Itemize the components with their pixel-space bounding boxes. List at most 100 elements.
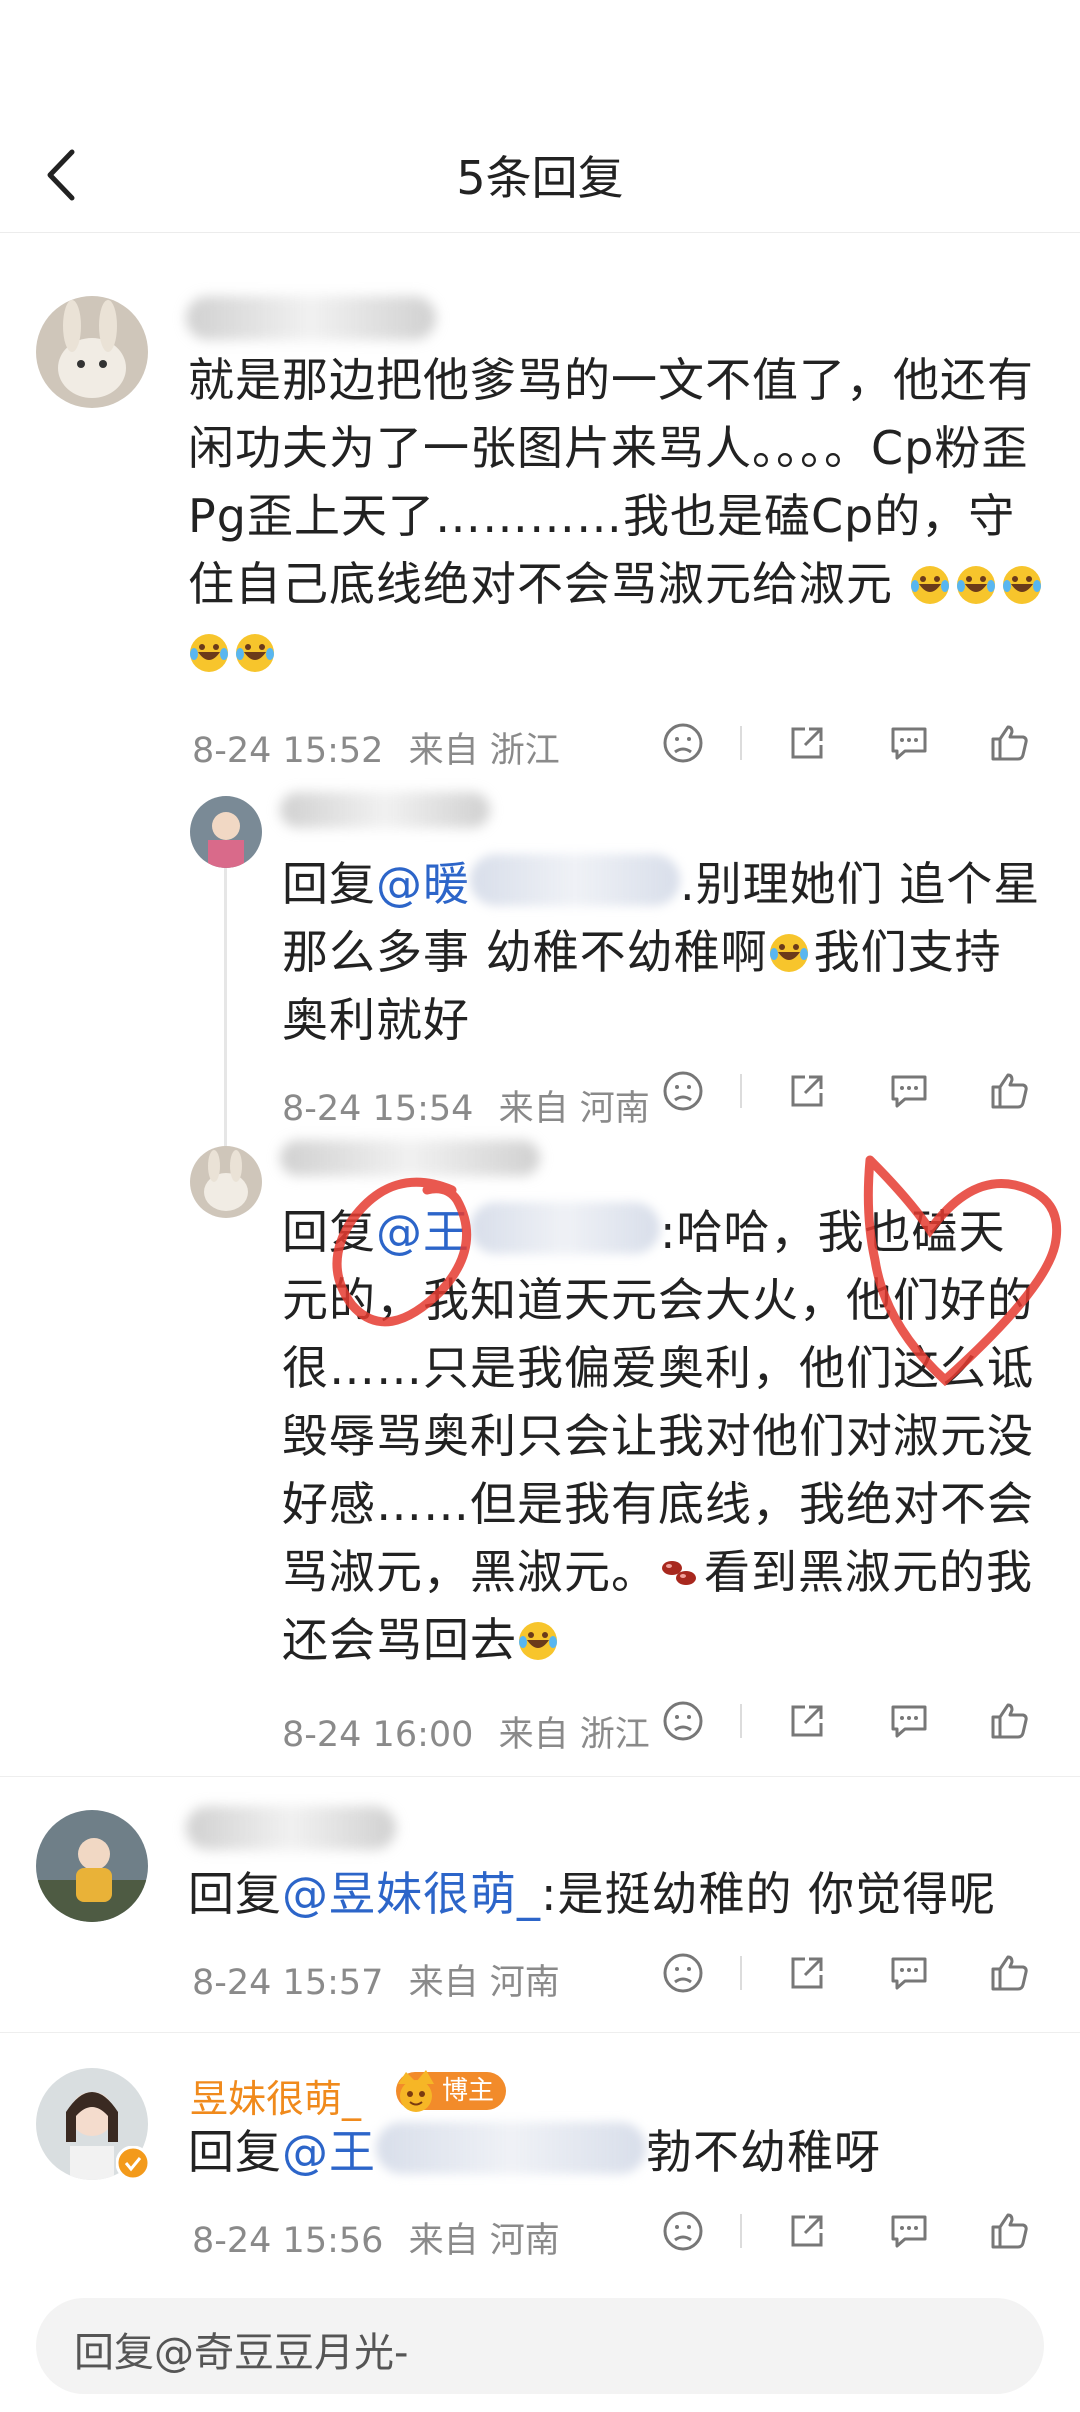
comment-text: 回复@王 勃不幼稚呀 — [188, 2118, 1048, 2186]
comment-meta: 8-24 15:52 来自 浙江 — [192, 722, 560, 773]
divider — [740, 1074, 742, 1108]
timestamp: 8-24 16:00 — [282, 1715, 474, 1755]
laughing-crying-emoji-icon — [1002, 566, 1041, 604]
comment-text: 就是那边把他爹骂的一文不值了，他还有闲功夫为了一张图片来骂人。。。。Cp粉歪Pg… — [188, 346, 1048, 686]
timestamp: 8-24 15:54 — [282, 1089, 474, 1129]
comment-meta: 8-24 15:57 来自 河南 — [192, 1954, 560, 2005]
share-icon — [791, 1705, 823, 1737]
author-name[interactable]: 昱妹很萌_ — [190, 2068, 361, 2123]
comment-meta: 8-24 16:00 来自 浙江 — [282, 1706, 650, 1757]
share-icon — [791, 1957, 823, 1989]
comment-button[interactable] — [882, 716, 936, 770]
divider — [740, 1956, 742, 1990]
crown-face-icon — [398, 2070, 434, 2112]
location: 来自 河南 — [498, 1089, 650, 1129]
laughing-crying-emoji-icon — [769, 934, 808, 972]
mention-blurred — [376, 2122, 646, 2174]
comment-button[interactable] — [882, 1946, 936, 2000]
reply-input[interactable]: 回复@奇豆豆月光- — [36, 2298, 1044, 2394]
location: 来自 河南 — [408, 1963, 560, 2003]
like-button[interactable] — [982, 1694, 1036, 1748]
timestamp: 8-24 15:57 — [192, 1963, 384, 2003]
mention-link[interactable]: @昱妹很萌_ — [282, 1867, 541, 1921]
separator — [0, 2032, 1080, 2033]
author-name-blurred[interactable] — [280, 792, 490, 828]
reply-text: 回复@暖 .别理她们 追个星那么多事 幼稚不幼稚啊 我们支持奥利就好 — [282, 850, 1042, 1054]
blogger-badge: 博主 — [396, 2070, 507, 2112]
location: 来自 浙江 — [408, 731, 560, 771]
comment-icon — [891, 727, 927, 760]
avatar[interactable] — [190, 796, 262, 868]
dislike-button[interactable] — [656, 1064, 710, 1118]
laughing-crying-emoji-icon — [910, 566, 949, 604]
thread-line — [224, 850, 227, 1150]
divider — [740, 2214, 742, 2248]
dislike-face-icon — [663, 2211, 703, 2251]
laughing-crying-emoji-icon — [956, 566, 995, 604]
comment-icon — [891, 2215, 927, 2248]
comment-meta: 8-24 15:56 来自 河南 — [192, 2212, 560, 2263]
location: 来自 浙江 — [498, 1715, 650, 1755]
like-icon — [991, 1073, 1028, 1109]
comment-actions — [656, 2204, 1036, 2258]
avatar[interactable] — [190, 1146, 262, 1218]
comment-actions — [656, 1946, 1036, 2000]
dislike-face-icon — [663, 1071, 703, 1111]
comment-icon — [891, 1075, 927, 1108]
timestamp: 8-24 15:52 — [192, 731, 384, 771]
comment-button[interactable] — [882, 2204, 936, 2258]
location: 来自 河南 — [408, 2221, 560, 2261]
heart-doodle — [332, 1155, 1062, 1387]
page-title: 5条回复 — [456, 151, 624, 205]
laughing-crying-emoji-icon — [519, 1622, 557, 1660]
reply-input-placeholder: 回复@奇豆豆月光- — [74, 2330, 409, 2376]
mention-link[interactable]: @王 — [282, 2122, 646, 2179]
verified-badge-icon — [116, 2146, 150, 2180]
like-button[interactable] — [982, 2204, 1036, 2258]
like-button[interactable] — [982, 716, 1036, 770]
avatar[interactable] — [36, 296, 148, 408]
mention-blurred — [470, 854, 680, 906]
share-button[interactable] — [780, 1946, 834, 2000]
divider — [740, 1704, 742, 1738]
comment-button[interactable] — [882, 1064, 936, 1118]
top-bar: 5条回复 — [0, 120, 1080, 233]
dislike-button[interactable] — [656, 716, 710, 770]
mention-link[interactable]: @暖 — [376, 854, 680, 911]
comment-actions — [656, 716, 1036, 770]
comment-actions — [656, 1694, 1036, 1748]
like-icon — [991, 2213, 1028, 2249]
share-button[interactable] — [780, 2204, 834, 2258]
like-icon — [991, 1703, 1028, 1739]
share-icon — [791, 2215, 823, 2247]
laughing-crying-emoji-icon — [190, 634, 228, 672]
comment-button[interactable] — [882, 1694, 936, 1748]
like-button[interactable] — [982, 1064, 1036, 1118]
like-button[interactable] — [982, 1946, 1036, 2000]
dislike-button[interactable] — [656, 1946, 710, 2000]
dislike-button[interactable] — [656, 1694, 710, 1748]
comment-actions — [656, 1064, 1036, 1118]
comment-meta: 8-24 15:54 来自 河南 — [282, 1080, 650, 1131]
like-icon — [991, 1955, 1028, 1991]
avatar[interactable] — [36, 1810, 148, 1922]
dislike-face-icon — [663, 1701, 703, 1741]
share-icon — [791, 727, 823, 759]
red-bean-emoji-icon — [662, 1561, 696, 1585]
comment-icon — [891, 1705, 927, 1738]
dislike-face-icon — [663, 723, 703, 763]
author-name-blurred[interactable] — [186, 1806, 396, 1850]
share-button[interactable] — [780, 1694, 834, 1748]
author-name-blurred[interactable] — [186, 296, 436, 340]
comment-icon — [891, 1957, 927, 1990]
divider — [740, 726, 742, 760]
like-icon — [991, 725, 1028, 761]
dislike-button[interactable] — [656, 2204, 710, 2258]
separator — [0, 1776, 1080, 1777]
timestamp: 8-24 15:56 — [192, 2221, 384, 2261]
comment-text: 回复@昱妹很萌_:是挺幼稚的 你觉得呢 — [188, 1867, 997, 1921]
dislike-face-icon — [663, 1953, 703, 1993]
share-button[interactable] — [780, 1064, 834, 1118]
laughing-crying-emoji-icon — [236, 634, 274, 672]
share-button[interactable] — [780, 716, 834, 770]
